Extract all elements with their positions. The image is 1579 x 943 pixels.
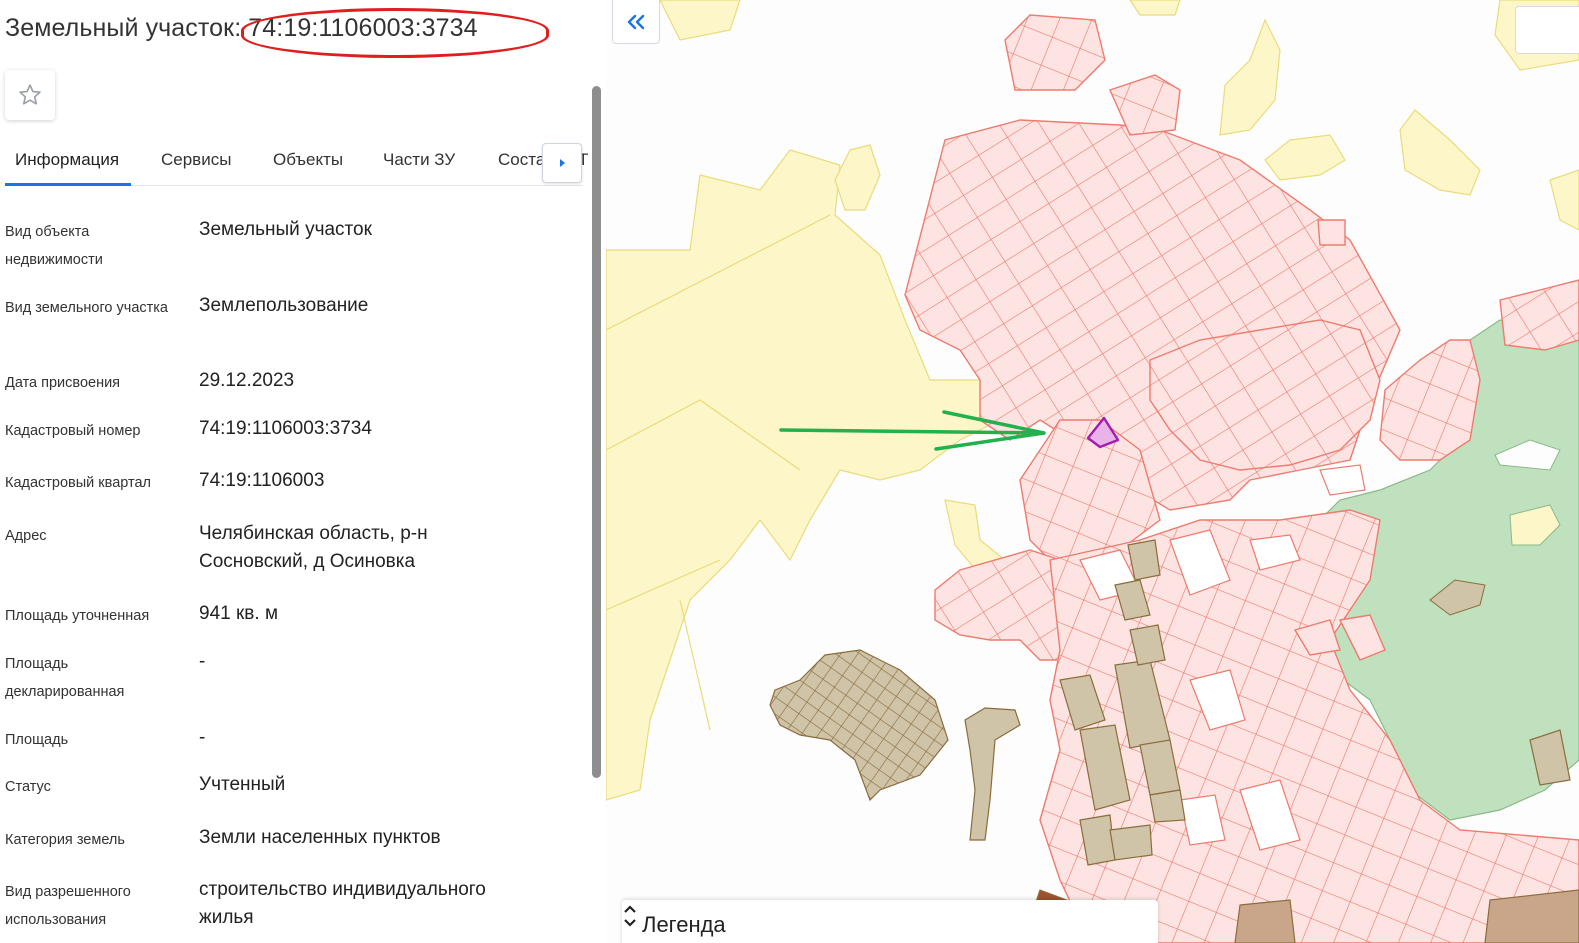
tab-information[interactable]: Информация <box>15 150 119 170</box>
field-value-area-specified: 941 кв. м <box>199 603 279 624</box>
collapse-panel-button[interactable] <box>612 0 660 44</box>
tab-bar: Информация Сервисы Объекты Части ЗУ Сост… <box>5 140 588 186</box>
field-label-object-type: Вид объекта недвижимости <box>5 224 103 268</box>
field-label-area: Площадь <box>5 732 69 748</box>
field-label-area-declared: Площадь декларированная <box>5 656 125 700</box>
legend-title: Легенда <box>642 912 726 937</box>
map-canvas[interactable] <box>606 0 1579 943</box>
caret-right-icon <box>560 159 565 167</box>
field-label-area-specified: Площадь уточненная <box>5 608 150 624</box>
field-value-area-declared: - <box>199 651 206 672</box>
field-label-cadastral-number: Кадастровый номер <box>5 423 141 439</box>
field-label-status: Статус <box>5 779 51 795</box>
field-value-area: - <box>199 727 206 748</box>
field-label-cadastral-quarter: Кадастровый квартал <box>5 475 152 491</box>
field-label-land-category: Категория земель <box>5 832 125 848</box>
field-value-parcel-type: Землепользование <box>199 295 369 316</box>
field-label-parcel-type: Вид земельного участка <box>5 300 168 316</box>
field-value-cadastral-number: 74:19:1106003:3734 <box>199 418 372 439</box>
field-label-permitted-use: Вид разрешенного использования <box>5 884 131 928</box>
double-chevron-left-icon <box>627 14 645 29</box>
field-value-land-category: Земли населенных пунктов <box>199 827 441 848</box>
tab-services[interactable]: Сервисы <box>161 150 231 170</box>
field-value-assign-date: 29.12.2023 <box>199 370 295 391</box>
star-outline-icon <box>19 84 41 105</box>
legend-toggle-icon[interactable] <box>622 900 638 930</box>
field-value-status: Учтенный <box>199 774 286 795</box>
active-tab-indicator <box>5 183 131 186</box>
tabs-scroll-right-button[interactable] <box>542 143 582 183</box>
field-value-cadastral-quarter: 74:19:1106003 <box>199 470 325 491</box>
field-value-permitted-use: строительство индивидуального жилья <box>199 879 486 928</box>
field-label-assign-date: Дата присвоения <box>5 375 121 391</box>
cadastral-map[interactable]: Легенда <box>606 0 1579 943</box>
red-highlight-ellipse <box>241 8 549 58</box>
field-value-address: Челябинская область, р-н Сосновский, д О… <box>199 523 428 572</box>
map-control-button[interactable] <box>1515 6 1579 54</box>
info-panel: Земельный участок: 74:19:1106003:3734 Ин… <box>0 0 606 943</box>
legend-panel[interactable]: Легенда <box>622 900 1158 943</box>
field-value-object-type: Земельный участок <box>199 219 372 240</box>
favorite-button[interactable] <box>5 70 55 120</box>
title-prefix: Земельный участок: <box>5 14 249 42</box>
field-label-address: Адрес <box>5 528 47 544</box>
panel-scrollbar[interactable] <box>592 86 601 778</box>
tab-objects[interactable]: Объекты <box>273 150 343 170</box>
tab-composition[interactable]: Соста <box>498 150 545 170</box>
tab-parts[interactable]: Части ЗУ <box>383 150 455 170</box>
